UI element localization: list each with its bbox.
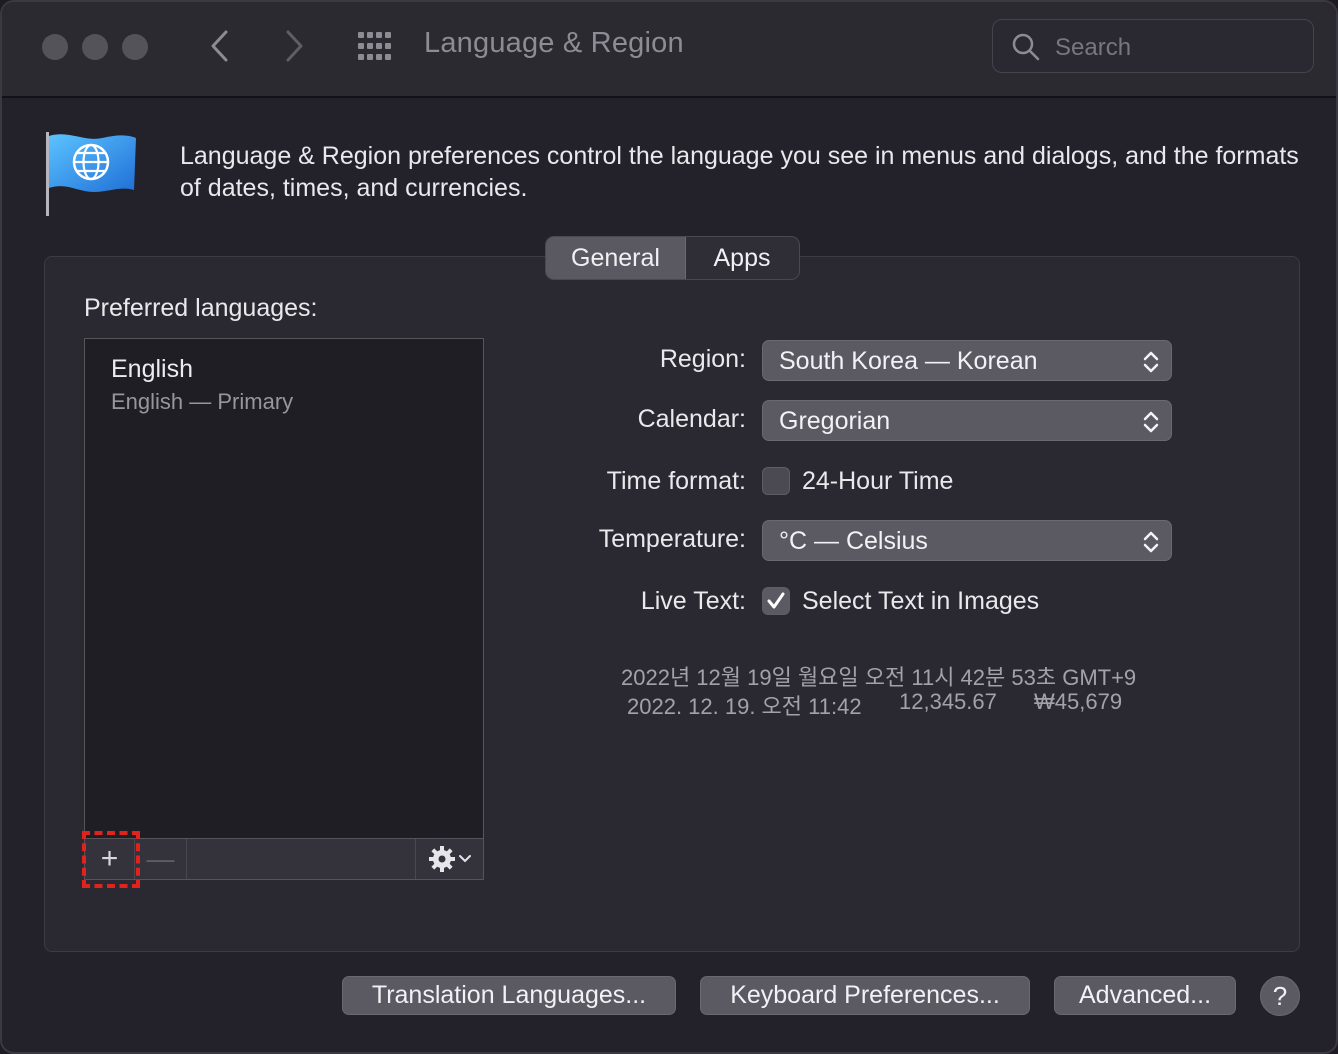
- search-placeholder: Search: [1055, 34, 1132, 61]
- tab-bar: General Apps: [545, 236, 800, 280]
- back-button[interactable]: [200, 26, 240, 66]
- language-list-toolbar: + —: [84, 838, 484, 880]
- search-field[interactable]: Search: [992, 19, 1314, 73]
- window-title: Language & Region: [424, 27, 684, 59]
- zoom-button[interactable]: [122, 34, 148, 60]
- keyboard-preferences-button[interactable]: Keyboard Preferences...: [700, 976, 1030, 1015]
- region-label: Region:: [659, 345, 746, 373]
- globe-flag-icon: [44, 130, 140, 220]
- tab-general[interactable]: General: [546, 237, 686, 279]
- chevron-left-icon: [211, 30, 228, 62]
- calendar-label: Calendar:: [637, 405, 746, 433]
- chevron-right-icon: [286, 30, 303, 62]
- region-value: South Korea — Korean: [779, 347, 1038, 375]
- help-button[interactable]: ?: [1260, 976, 1300, 1016]
- sample-currency: ₩45,679: [1034, 689, 1123, 714]
- 24-hour-time-checkbox[interactable]: [762, 467, 790, 495]
- add-button-highlight: [82, 831, 140, 888]
- sample-short-date: 2022. 12. 19. 오전 11:42: [627, 694, 862, 719]
- tab-apps[interactable]: Apps: [686, 237, 798, 279]
- updown-arrows-icon: [1143, 411, 1159, 433]
- remove-language-button[interactable]: —: [135, 839, 187, 879]
- pane-description: Language & Region preferences control th…: [180, 142, 1299, 202]
- live-text-checkbox[interactable]: [762, 587, 790, 615]
- preferred-languages-label: Preferred languages:: [84, 294, 318, 322]
- live-text-label: Live Text:: [640, 587, 746, 615]
- temperature-value: °C — Celsius: [779, 527, 928, 555]
- 24-hour-time-label[interactable]: 24-Hour Time: [802, 467, 953, 496]
- titlebar: Language & Region Search: [2, 2, 1336, 98]
- search-icon: [1012, 33, 1040, 61]
- calendar-value: Gregorian: [779, 407, 891, 435]
- calendar-popup[interactable]: Gregorian: [762, 400, 1172, 441]
- updown-arrows-icon: [1143, 531, 1159, 553]
- language-list[interactable]: English English — Primary: [84, 338, 484, 840]
- minimize-button[interactable]: [82, 34, 108, 60]
- sample-long-date: 2022년 12월 19일 월요일 오전 11시 42분 53초 GMT+9: [621, 665, 1137, 690]
- region-popup[interactable]: South Korea — Korean: [762, 340, 1172, 381]
- updown-arrows-icon: [1143, 351, 1159, 373]
- language-detail: English — Primary: [111, 389, 294, 414]
- show-all-button[interactable]: [356, 30, 394, 62]
- temperature-label: Temperature:: [598, 525, 746, 553]
- system-preferences-window: Language & Region Search Language & Regi…: [0, 0, 1338, 1054]
- checkmark-icon: [767, 592, 785, 609]
- temperature-popup[interactable]: °C — Celsius: [762, 520, 1172, 561]
- chevron-down-icon: [458, 855, 471, 863]
- live-text-option-label[interactable]: Select Text in Images: [802, 587, 1039, 616]
- language-actions-button[interactable]: [415, 839, 483, 879]
- forward-button[interactable]: [274, 26, 314, 66]
- time-format-label: Time format:: [606, 467, 746, 495]
- language-name: English: [111, 355, 193, 383]
- sample-number: 12,345.67: [899, 689, 997, 714]
- advanced-button[interactable]: Advanced...: [1054, 976, 1236, 1015]
- close-button[interactable]: [42, 34, 68, 60]
- translation-languages-button[interactable]: Translation Languages...: [342, 976, 676, 1015]
- gear-icon: [428, 846, 455, 872]
- grid-icon: [358, 32, 391, 60]
